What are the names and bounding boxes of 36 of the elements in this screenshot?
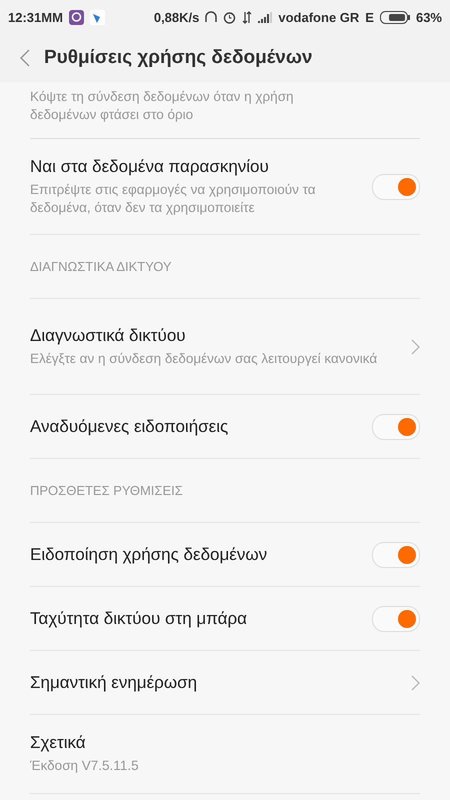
clock: 12:31MM — [8, 10, 63, 24]
toggle-switch[interactable] — [372, 606, 420, 632]
app-icon — [90, 10, 105, 24]
section-header: ΠΡΟΣΘΕΤΕΣ ΡΥΘΜΙΣΕΙΣ — [30, 483, 183, 498]
back-icon[interactable] — [20, 49, 30, 67]
battery-percent: 63% — [416, 10, 442, 24]
setting-description: Επιτρέψτε στις εφαρμογές να χρησιμοποιούν τα δεδομένα, όταν δεν τα χρησιμοποιείτε — [30, 180, 317, 216]
settings-item[interactable]: Σημαντική ενημέρωση — [30, 651, 420, 715]
signal-icon — [258, 11, 272, 23]
carrier-name: vodafone GR — [278, 10, 360, 24]
alarm-icon — [223, 10, 236, 24]
setting-description: Ελέγξτε αν η σύνδεση δεδομένων σας λειτουργεί κανονικά — [30, 350, 378, 368]
setting-title: Ειδοποίηση χρήσης δεδομένων — [30, 544, 268, 564]
setting-title: Σημαντική ενημέρωση — [30, 672, 198, 692]
version-text: Έκδοση V7.5.11.5 — [30, 757, 140, 775]
data-arrows-icon — [242, 10, 252, 24]
item-description: Κόψτε τη σύνδεση δεδομένων όταν η χρήση — [30, 88, 295, 106]
battery-icon — [380, 10, 410, 24]
network-speed: 0,88K/s — [154, 10, 200, 24]
toggle-switch[interactable] — [372, 174, 420, 200]
chevron-right-icon — [411, 674, 420, 690]
chevron-right-icon — [411, 338, 420, 354]
setting-title: Σχετικά — [30, 733, 87, 753]
settings-item[interactable]: Διαγνωστικά δικτύου Ελέγξτε αν η σύνδεση δεδομένων σας λειτουργεί κανονικά — [30, 299, 420, 395]
page-title: Ρυθμίσεις χρήσης δεδομένων — [44, 47, 312, 69]
toggle-switch[interactable] — [372, 414, 420, 440]
section-header: ΔΙΑΓΝΩΣΤΙΚΑ ΔΙΚΤΥΟΥ — [30, 259, 172, 274]
chat-app-icon — [68, 10, 84, 24]
setting-title: Ναι στα δεδομένα παρασκηνίου — [30, 156, 270, 176]
setting-title: Αναδυόμενες ειδοποιήσεις — [30, 416, 230, 436]
network-type: E — [365, 10, 374, 24]
item-description: δεδομένων φτάσει στο όριο — [30, 106, 194, 124]
toggle-switch[interactable] — [372, 542, 420, 568]
setting-title: Ταχύτητα δικτύου στη μπάρα — [30, 608, 248, 628]
setting-title: Διαγνωστικά δικτύου — [30, 326, 187, 346]
headphones-icon — [205, 11, 218, 23]
